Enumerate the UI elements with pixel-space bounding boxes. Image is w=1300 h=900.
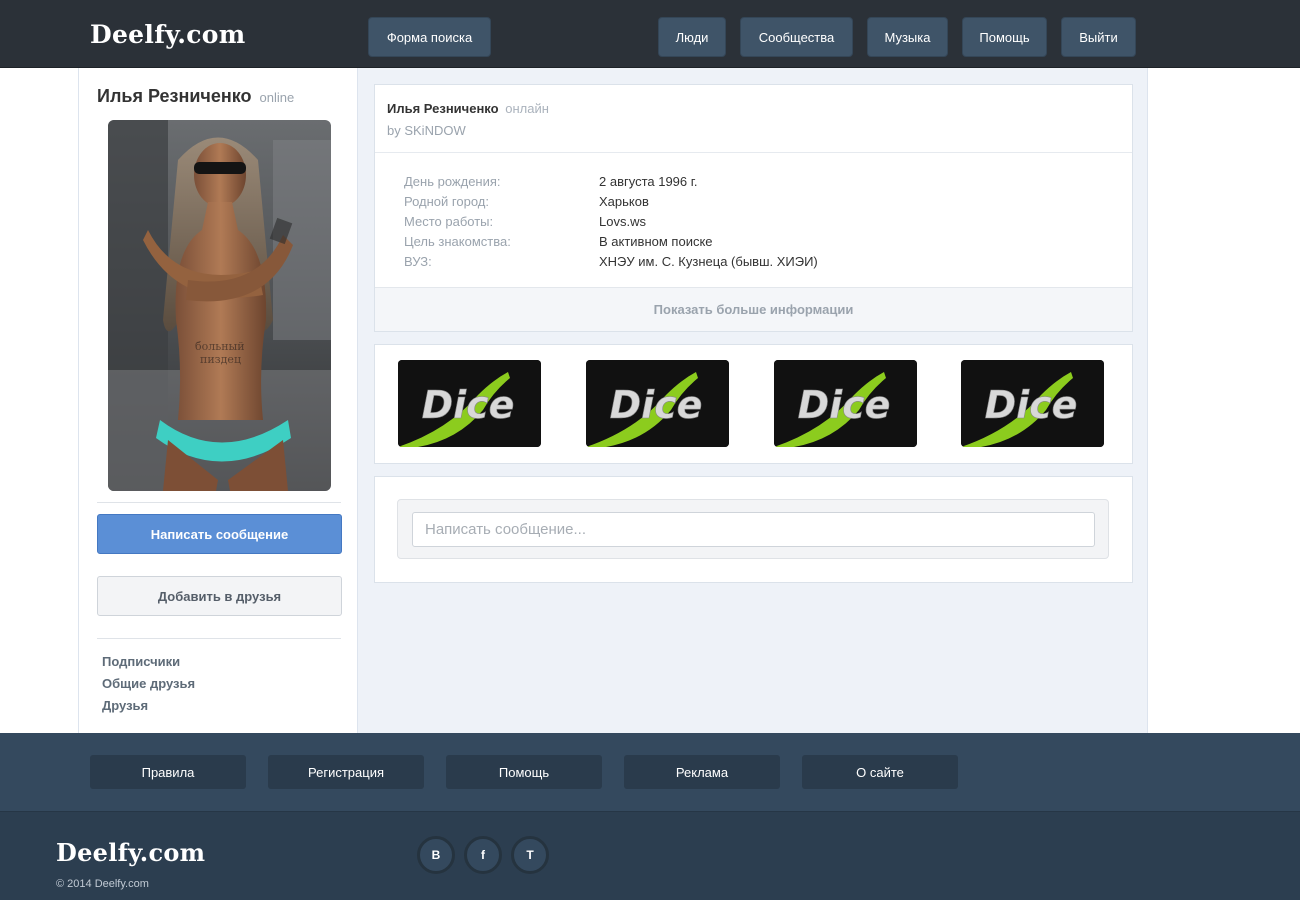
message-box bbox=[397, 499, 1109, 559]
media-tile[interactable]: Dice bbox=[398, 360, 541, 447]
profile-photo-image: больный пиздец bbox=[108, 120, 331, 491]
nav-music-button[interactable]: Музыка bbox=[867, 17, 948, 57]
nav-people-button[interactable]: Люди bbox=[658, 17, 726, 57]
svg-text:больный: больный bbox=[195, 340, 245, 353]
profile-info-card: Илья Резниченко онлайн by SKiNDOW День р… bbox=[374, 84, 1133, 332]
site-logo[interactable]: Deelfy.com bbox=[90, 20, 245, 49]
sidebar-link-followers[interactable]: Подписчики bbox=[102, 654, 180, 669]
profile-info-byline: by SKiNDOW bbox=[387, 123, 466, 138]
info-value: В активном поиске bbox=[599, 234, 713, 249]
nav-help-button[interactable]: Помощь bbox=[962, 17, 1047, 57]
footer-link-ads[interactable]: Реклама bbox=[624, 755, 780, 789]
info-value: ХНЭУ им. С. Кузнеца (бывш. ХИЭИ) bbox=[599, 254, 818, 269]
dice-logo-icon: Dice bbox=[961, 360, 1104, 447]
dice-logo-icon: Dice bbox=[586, 360, 729, 447]
profile-info-divider bbox=[375, 152, 1132, 153]
add-friend-button[interactable]: Добавить в друзья bbox=[97, 576, 342, 616]
media-tile[interactable]: Dice bbox=[774, 360, 917, 447]
profile-name-heading: Илья Резниченко online bbox=[97, 86, 294, 107]
twitter-icon[interactable]: T bbox=[511, 836, 549, 874]
online-status: online bbox=[259, 90, 295, 105]
footer-logo[interactable]: Deelfy.com bbox=[56, 838, 205, 867]
dice-tile-label: Dice bbox=[798, 383, 891, 427]
media-tile[interactable]: Dice bbox=[586, 360, 729, 447]
info-label: Родной город: bbox=[404, 194, 489, 209]
profile-name: Илья Резниченко bbox=[97, 86, 252, 106]
profile-sidebar: Илья Резниченко online больный пиздец На… bbox=[78, 68, 358, 733]
nav-communities-button[interactable]: Сообщества bbox=[740, 17, 853, 57]
footer-link-about[interactable]: О сайте bbox=[802, 755, 958, 789]
dice-logo-icon: Dice bbox=[398, 360, 541, 447]
info-label: Цель знакомства: bbox=[404, 234, 511, 249]
footer-bottom: Deelfy.com © 2014 Deelfy.com В f T bbox=[0, 811, 1300, 900]
profile-photo[interactable]: больный пиздец bbox=[108, 120, 331, 491]
dice-logo-icon: Dice bbox=[774, 360, 917, 447]
info-label: ВУЗ: bbox=[404, 254, 432, 269]
show-more-info-button[interactable]: Показать больше информации bbox=[375, 287, 1132, 331]
media-tile[interactable]: Dice bbox=[961, 360, 1104, 447]
info-value: 2 августа 1996 г. bbox=[599, 174, 698, 189]
footer-link-registration[interactable]: Регистрация bbox=[268, 755, 424, 789]
profile-info-name: Илья Резниченко онлайн bbox=[387, 101, 549, 116]
dice-tile-label: Dice bbox=[610, 383, 703, 427]
sidebar-link-mutual-friends[interactable]: Общие друзья bbox=[102, 676, 195, 691]
logout-button[interactable]: Выйти bbox=[1061, 17, 1136, 57]
info-label: Место работы: bbox=[404, 214, 494, 229]
copyright-text: © 2014 Deelfy.com bbox=[56, 878, 149, 890]
footer-links-bar: Правила Регистрация Помощь Реклама О сай… bbox=[0, 733, 1300, 811]
search-form-button[interactable]: Форма поиска bbox=[368, 17, 491, 57]
sidebar-divider bbox=[97, 502, 341, 503]
facebook-icon[interactable]: f bbox=[464, 836, 502, 874]
sidebar-divider bbox=[97, 638, 341, 639]
message-card bbox=[374, 476, 1133, 583]
sidebar-link-friends[interactable]: Друзья bbox=[102, 698, 148, 713]
main-content: Илья Резниченко онлайн by SKiNDOW День р… bbox=[358, 68, 1148, 733]
info-label: День рождения: bbox=[404, 174, 501, 189]
dice-tile-label: Dice bbox=[985, 383, 1078, 427]
info-value: Lovs.ws bbox=[599, 214, 646, 229]
svg-text:пиздец: пиздец bbox=[200, 353, 241, 366]
media-card: Dice Dice Dice Dice bbox=[374, 344, 1133, 464]
message-input[interactable] bbox=[412, 512, 1095, 547]
footer-link-help[interactable]: Помощь bbox=[446, 755, 602, 789]
write-message-button[interactable]: Написать сообщение bbox=[97, 514, 342, 554]
top-header: Deelfy.com Форма поиска Люди Сообщества … bbox=[0, 0, 1300, 68]
vk-icon[interactable]: В bbox=[417, 836, 455, 874]
footer-link-rules[interactable]: Правила bbox=[90, 755, 246, 789]
profile-info-name-text: Илья Резниченко bbox=[387, 101, 499, 116]
profile-info-status: онлайн bbox=[505, 101, 549, 116]
dice-tile-label: Dice bbox=[422, 383, 515, 427]
info-value: Харьков bbox=[599, 194, 649, 209]
